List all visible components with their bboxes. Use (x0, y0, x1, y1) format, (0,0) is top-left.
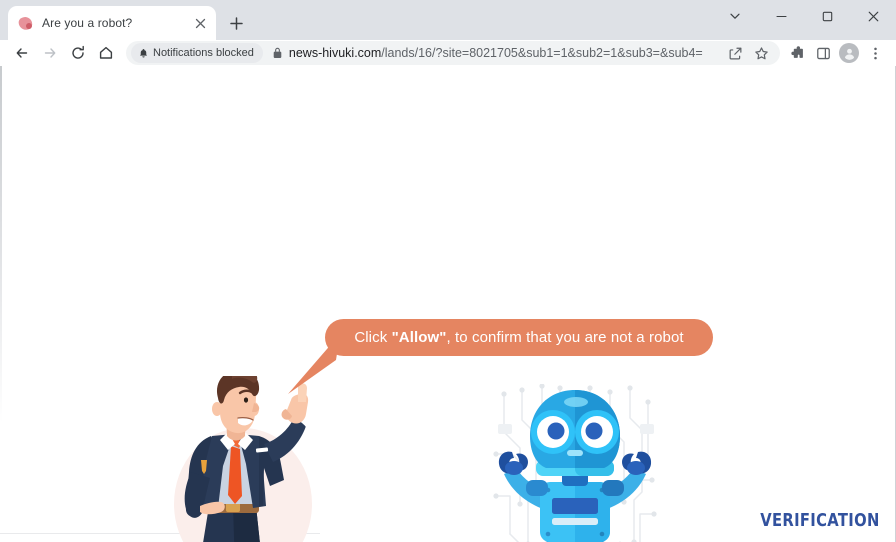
pointing-businessman-illustration (174, 376, 312, 542)
maximize-icon[interactable] (804, 0, 850, 32)
bubble-text-after: , to confirm that you are not a robot (446, 329, 684, 346)
page-content: Click "Allow", to confirm that you are n… (0, 66, 896, 542)
lock-icon[interactable] (272, 47, 283, 59)
tab-close-icon[interactable] (192, 15, 208, 31)
notifications-blocked-chip[interactable]: Notifications blocked (131, 43, 263, 63)
star-icon[interactable] (748, 41, 774, 65)
tab-title: Are you a robot? (42, 16, 133, 30)
address-bar[interactable]: Notifications blocked news-hivuki.com/la… (126, 41, 780, 65)
verification-logo: VERIFICATION (760, 510, 880, 531)
tab-strip: Are you a robot? (0, 0, 896, 40)
tab-search-chevron-down-icon[interactable] (712, 0, 758, 32)
bubble-text-before: Click (354, 329, 392, 346)
url-path: /lands/16/?site=8021705&sub1=1&sub2=1&su… (381, 46, 703, 60)
browser-tab[interactable]: Are you a robot? (8, 6, 216, 40)
speech-bubble: Click "Allow", to confirm that you are n… (325, 319, 713, 356)
puzzle-icon[interactable] (784, 41, 810, 65)
profile-button[interactable] (836, 41, 862, 65)
notifications-chip-label: Notifications blocked (153, 47, 254, 59)
side-panel-icon[interactable] (810, 41, 836, 65)
home-button[interactable] (92, 41, 120, 65)
minimize-icon[interactable] (758, 0, 804, 32)
new-tab-button[interactable] (222, 9, 250, 37)
tab-list: Are you a robot? (0, 6, 250, 40)
speech-bubble-text: Click "Allow", to confirm that you are n… (354, 329, 683, 346)
window-controls (712, 0, 896, 32)
browser-window: Are you a robot? Notifications blocked n… (0, 0, 896, 542)
tab-favicon-icon (17, 15, 34, 32)
avatar (839, 43, 859, 63)
close-icon[interactable] (850, 0, 896, 32)
page-left-edge (0, 66, 2, 542)
friendly-robot-illustration (493, 384, 657, 542)
three-dot-menu-icon[interactable] (862, 41, 888, 65)
share-icon[interactable] (722, 41, 748, 65)
browser-toolbar: Notifications blocked news-hivuki.com/la… (0, 40, 896, 66)
url-text: news-hivuki.com/lands/16/?site=8021705&s… (289, 46, 722, 60)
bell-icon (138, 48, 149, 59)
bubble-text-bold: "Allow" (391, 329, 447, 346)
reload-button[interactable] (64, 41, 92, 65)
url-host: news-hivuki.com (288, 46, 382, 60)
back-button[interactable] (8, 41, 36, 65)
forward-button (36, 41, 64, 65)
